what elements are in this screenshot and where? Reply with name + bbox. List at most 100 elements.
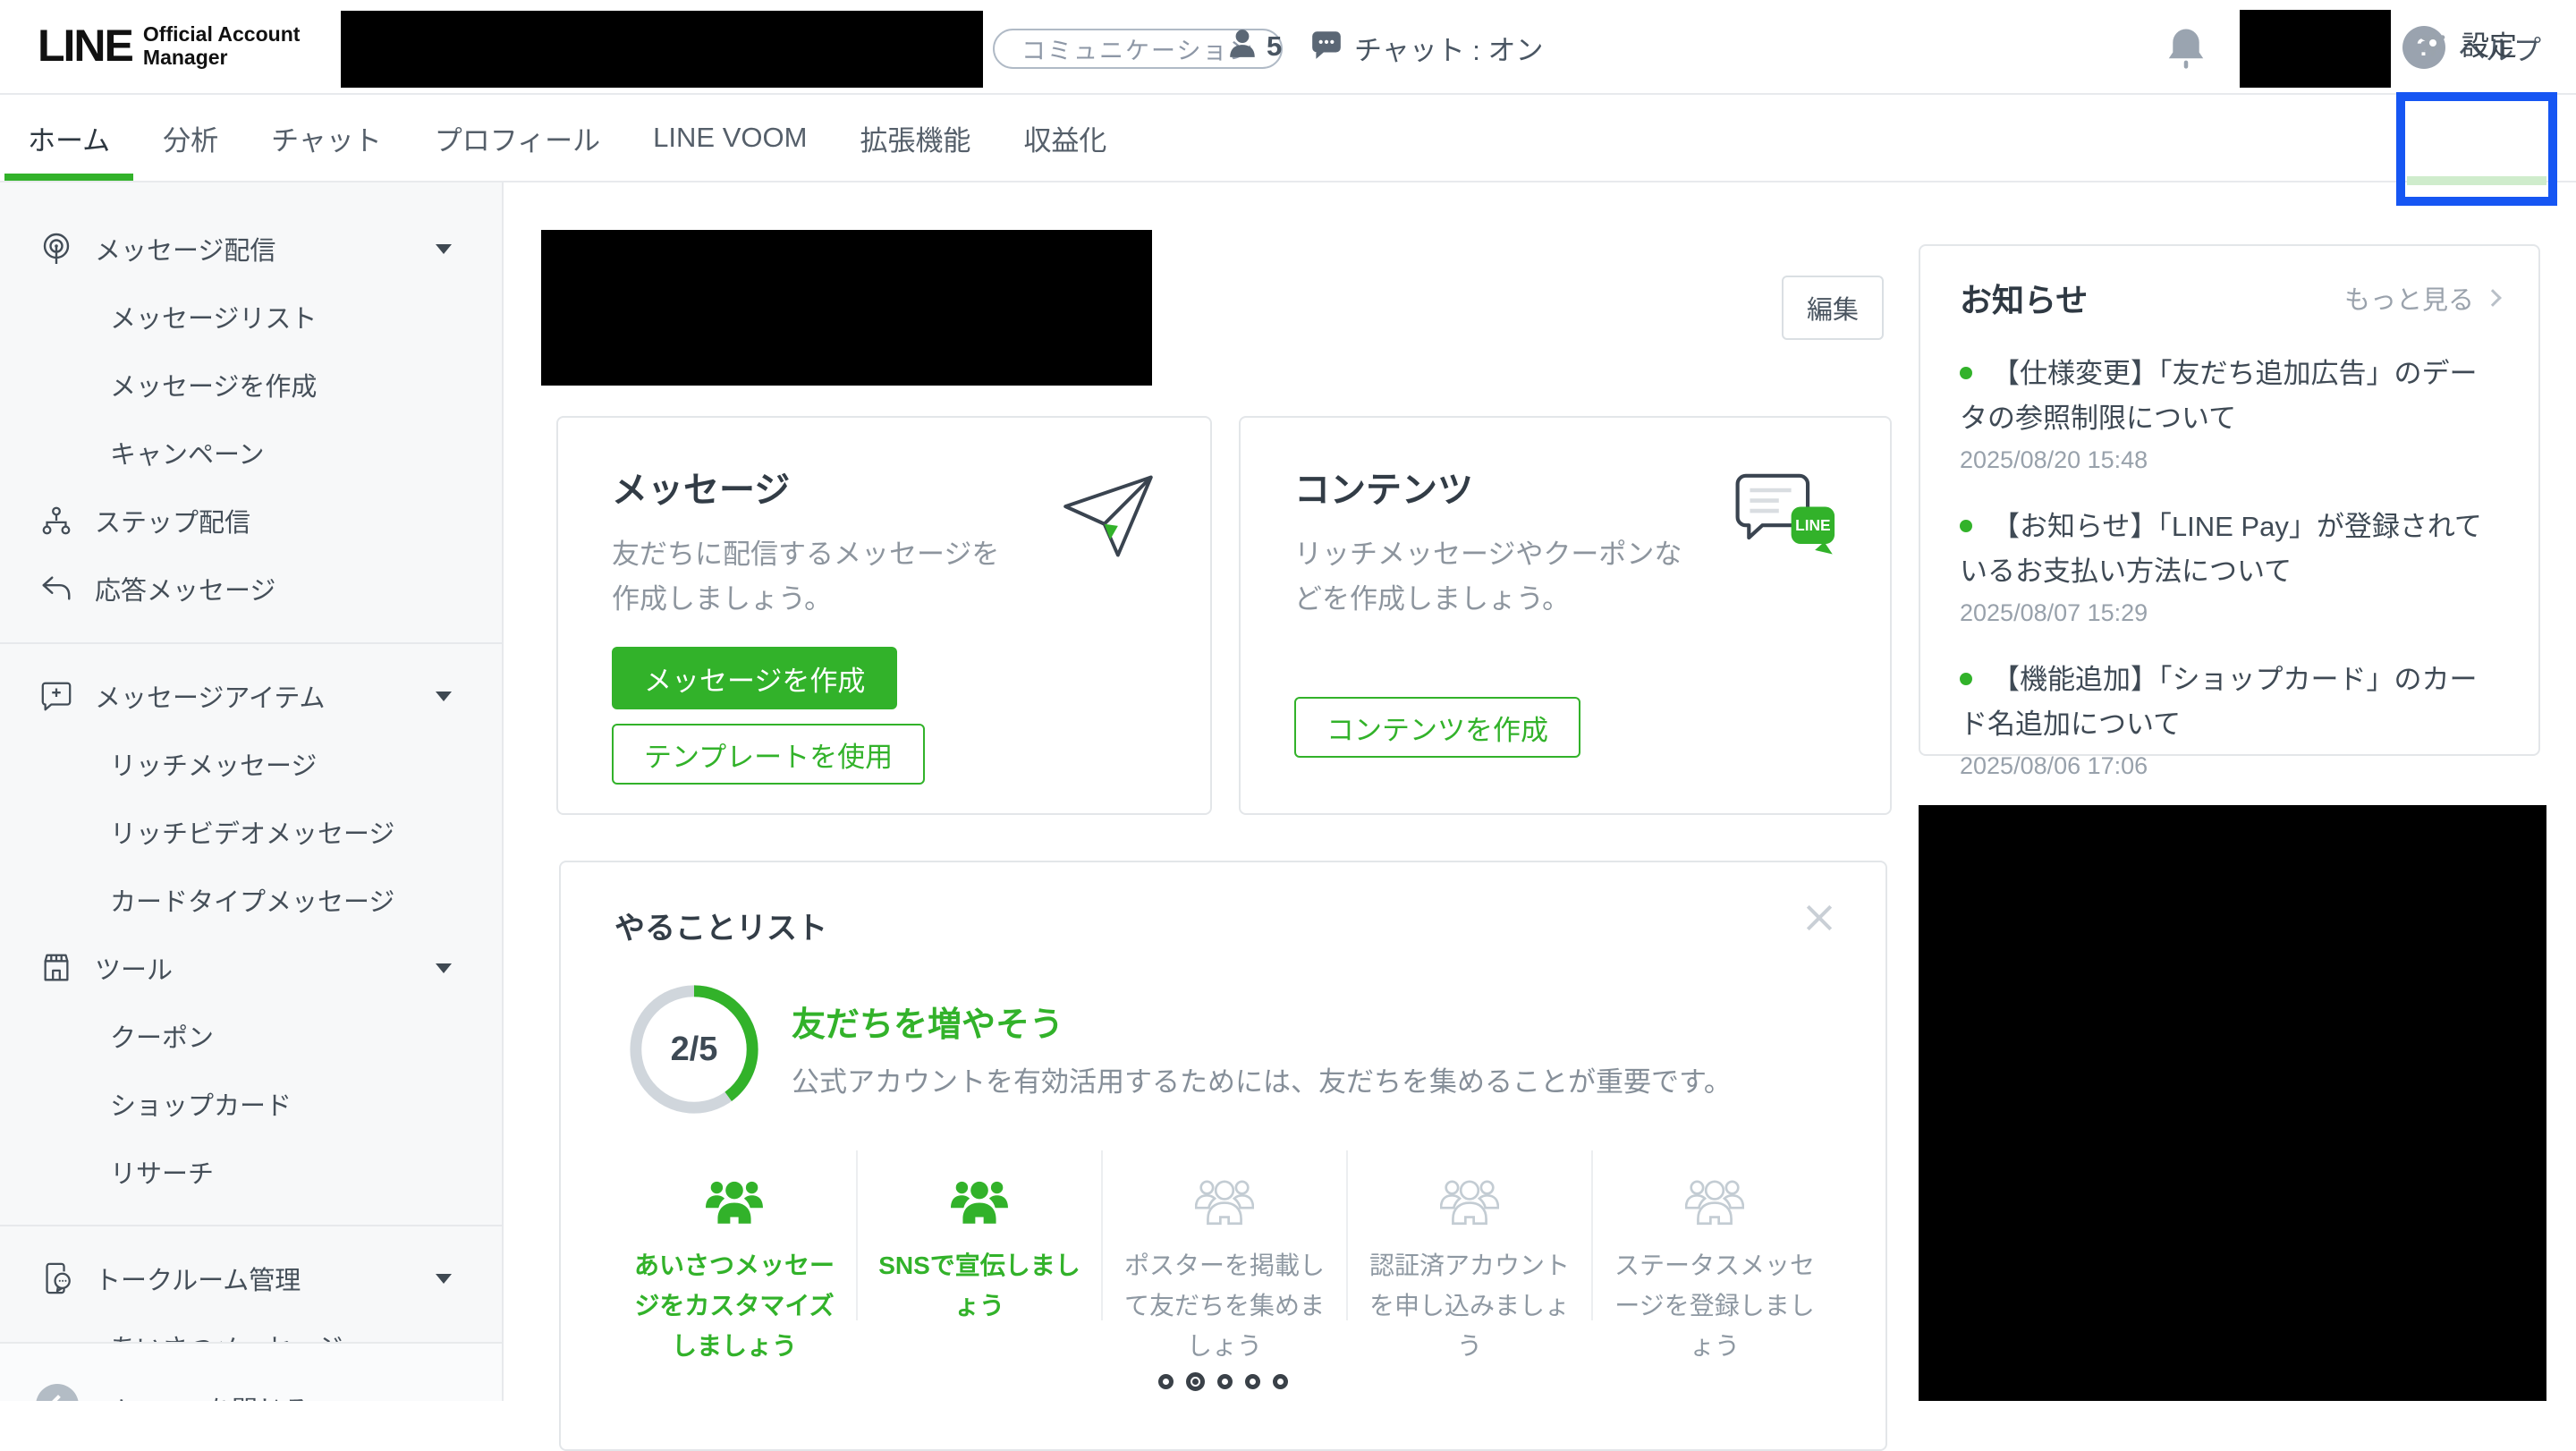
carousel-dot[interactable] — [1186, 1372, 1205, 1391]
sidebar-item-card-type-message[interactable]: カードタイプメッセージ — [0, 866, 502, 934]
notice-item[interactable]: 【お知らせ】「LINE Pay」が登録されているお支払い方法について 2025/… — [1960, 505, 2499, 627]
content-line-bubble-icon: LINE — [1733, 471, 1841, 567]
task-promote-sns[interactable]: SNSで宣伝しましょう — [856, 1150, 1101, 1320]
see-more-link[interactable]: もっと見る — [2344, 279, 2499, 317]
paper-plane-icon — [1055, 471, 1161, 565]
broadcast-icon — [38, 230, 75, 267]
use-template-button[interactable]: テンプレートを使用 — [612, 724, 925, 785]
content-card-description: リッチメッセージやクーポンなどを作成しましょう。 — [1294, 532, 1688, 622]
bubble-plus-icon — [38, 677, 75, 715]
sidebar-item-message-broadcast[interactable]: メッセージ配信 — [0, 215, 502, 283]
carousel-dot[interactable] — [1158, 1374, 1174, 1389]
sidebar-item-campaign[interactable]: キャンペーン — [0, 419, 502, 487]
chevron-down-icon — [436, 692, 452, 701]
sidebar-item-message-items[interactable]: メッセージアイテム — [0, 662, 502, 730]
carousel-dot[interactable] — [1217, 1374, 1233, 1389]
settings-label: 設定 — [2462, 23, 2517, 64]
tab-analytics[interactable]: 分析 — [140, 95, 242, 181]
sidebar-footer: メニューを閉じる — [0, 1342, 502, 1401]
green-dot-icon — [1960, 520, 1972, 532]
todo-card-title: やることリスト — [614, 904, 1832, 947]
task-carousel: あいさつメッセージをカスタマイズしましょう SNSで宣伝しましょう ポスターを掲… — [613, 1150, 1836, 1320]
notice-item[interactable]: 【機能追加】「ショップカード」のカード名追加について 2025/08/06 17… — [1960, 658, 2499, 780]
gear-icon — [2417, 27, 2449, 59]
task-customize-greeting[interactable]: あいさつメッセージをカスタマイズしましょう — [613, 1150, 856, 1320]
sidebar-item-rich-video-message[interactable]: リッチビデオメッセージ — [0, 798, 502, 866]
notices-title: お知らせ — [1960, 275, 2088, 321]
sidebar-item-tools[interactable]: ツール — [0, 934, 502, 1002]
settings-hover-indicator — [2407, 176, 2546, 185]
sidebar-divider — [0, 642, 502, 644]
progress-value: 2/5 — [623, 979, 765, 1120]
message-card-description: 友だちに配信するメッセージを作成しましょう。 — [612, 532, 1005, 622]
sidebar-item-message-list[interactable]: メッセージリスト — [0, 283, 502, 351]
task-post-poster[interactable]: ポスターを掲載して友だちを集めましょう — [1101, 1150, 1346, 1320]
sidebar-item-rich-message[interactable]: リッチメッセージ — [0, 730, 502, 798]
carousel-dot[interactable] — [1273, 1374, 1288, 1389]
chat-bubble-icon — [1309, 27, 1343, 68]
line-oam-logo[interactable]: LINE Official Account Manager — [38, 20, 300, 72]
create-message-button[interactable]: メッセージを作成 — [612, 647, 897, 709]
logo-subtitle: Official Account Manager — [143, 22, 301, 69]
tab-profile[interactable]: プロフィール — [411, 95, 623, 181]
notice-date: 2025/08/07 15:29 — [1960, 599, 2499, 627]
tab-line-voom[interactable]: LINE VOOM — [630, 95, 830, 181]
notices-panel: お知らせ もっと見る 【仕様変更】「友だち追加広告」のデータの参照制限について … — [1919, 244, 2540, 756]
carousel-dot[interactable] — [1245, 1374, 1260, 1389]
content-card: コンテンツ リッチメッセージやクーポンなどを作成しましょう。 コンテンツを作成 … — [1239, 416, 1892, 815]
sidebar-item-auto-response[interactable]: 応答メッセージ — [0, 555, 502, 623]
close-menu-button[interactable]: メニューを閉じる — [36, 1384, 309, 1401]
main-nav: ホーム 分析 チャット プロフィール LINE VOOM 拡張機能 収益化 — [0, 95, 2576, 182]
line-wordmark: LINE — [38, 20, 132, 72]
tab-monetization[interactable]: 収益化 — [1000, 95, 1130, 181]
chevron-down-icon — [436, 244, 452, 254]
people-group-icon — [1195, 1175, 1254, 1231]
chevron-down-icon — [436, 963, 452, 973]
reply-arrow-icon — [38, 570, 75, 607]
chat-status[interactable]: チャット : オン — [1309, 27, 1544, 68]
tab-home[interactable]: ホーム — [4, 95, 133, 181]
svg-text:LINE: LINE — [1795, 516, 1830, 534]
task-register-status-message[interactable]: ステータスメッセージを登録しましょう — [1591, 1150, 1836, 1320]
sidebar-item-shop-card[interactable]: ショップカード — [0, 1070, 502, 1138]
chevron-right-icon — [2484, 289, 2502, 307]
create-content-button[interactable]: コンテンツを作成 — [1294, 697, 1580, 758]
nav-tabs: ホーム 分析 チャット プロフィール LINE VOOM 拡張機能 収益化 — [4, 95, 1136, 181]
edit-button[interactable]: 編集 — [1782, 276, 1884, 340]
notice-item[interactable]: 【仕様変更】「友だち追加広告」のデータの参照制限について 2025/08/20 … — [1960, 352, 2499, 474]
close-icon[interactable] — [1800, 898, 1839, 938]
sidebar-item-talk-room-management[interactable]: トークルーム管理 — [0, 1244, 502, 1312]
person-icon — [1227, 27, 1258, 66]
notice-date: 2025/08/06 17:06 — [1960, 752, 2499, 780]
sidebar-item-coupon[interactable]: クーポン — [0, 1002, 502, 1070]
friend-count-value: 5 — [1267, 30, 1282, 63]
todo-description: 公式アカウントを有効活用するためには、友だちを集めることが重要です。 — [792, 1059, 1732, 1099]
sidebar-item-research[interactable]: リサーチ — [0, 1138, 502, 1206]
chevron-left-icon — [36, 1384, 79, 1401]
sidebar-divider — [0, 1225, 502, 1226]
sidebar-item-step-delivery[interactable]: ステップ配信 — [0, 487, 502, 555]
tab-settings[interactable]: 設定 — [2417, 0, 2517, 86]
sitemap-icon — [38, 502, 75, 539]
chat-status-label: チャット : オン — [1354, 28, 1544, 68]
redacted-user-avatar — [2240, 10, 2391, 88]
people-group-icon — [1685, 1175, 1744, 1231]
bell-icon — [2165, 25, 2207, 72]
redacted-banner-block — [1919, 805, 2546, 1401]
people-group-icon — [705, 1175, 764, 1231]
tab-extensions[interactable]: 拡張機能 — [836, 95, 994, 181]
chevron-down-icon — [436, 1274, 452, 1284]
sidebar: メッセージ配信 メッセージリスト メッセージを作成 キャンペーン ステップ配信 … — [0, 182, 504, 1401]
todo-heading: 友だちを増やそう — [792, 997, 1063, 1046]
tab-chat[interactable]: チャット — [248, 95, 405, 181]
people-group-icon — [950, 1175, 1009, 1231]
friend-count[interactable]: 5 — [1227, 27, 1282, 66]
task-apply-verified-account[interactable]: 認証済アカウントを申し込みましょう — [1346, 1150, 1591, 1320]
sidebar-item-create-message[interactable]: メッセージを作成 — [0, 351, 502, 419]
progress-donut: 2/5 — [623, 979, 765, 1120]
redacted-profile-block — [541, 230, 1152, 386]
people-group-icon — [1440, 1175, 1499, 1231]
notification-bell-button[interactable] — [2165, 25, 2207, 72]
green-dot-icon — [1960, 367, 1972, 379]
carousel-dots — [561, 1372, 1885, 1391]
